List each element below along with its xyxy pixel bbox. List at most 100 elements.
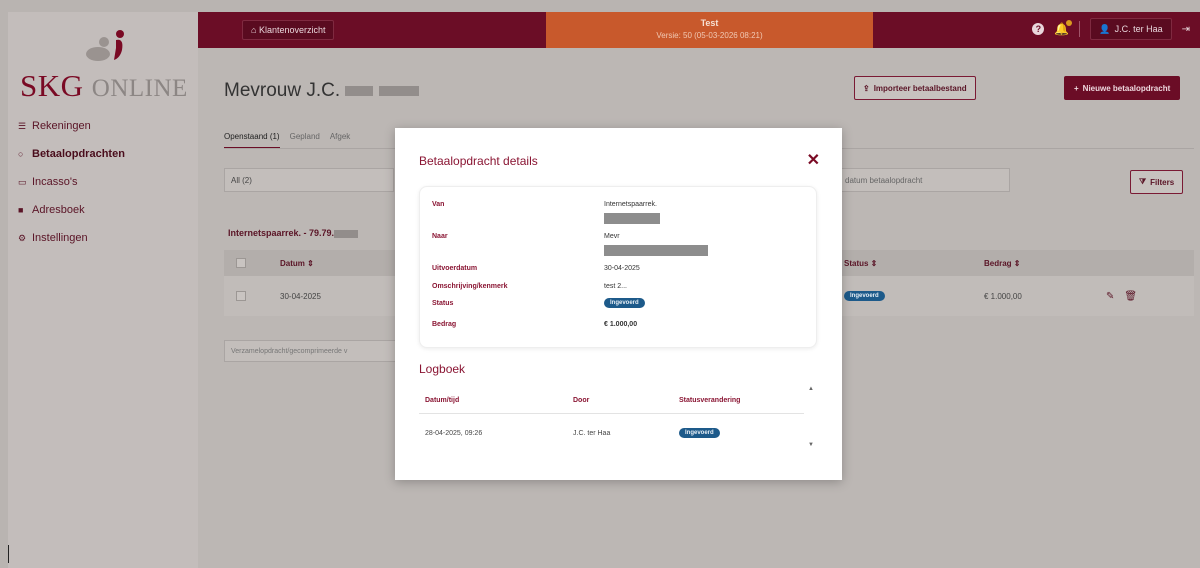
notification-bell-icon[interactable]: 🔔	[1054, 20, 1073, 36]
column-date[interactable]: Datum ⇕	[280, 250, 314, 276]
logout-icon[interactable]: ⇥	[1182, 24, 1190, 35]
log-column-by: Door	[573, 397, 590, 404]
detail-label: Bedrag	[432, 321, 457, 328]
import-button-label: Importeer betaalbestand	[873, 83, 967, 93]
select-all-cell	[236, 250, 246, 276]
logo-text: SKG ONLINE	[20, 68, 188, 103]
status-badge: Ingevoerd	[604, 298, 645, 308]
filter-icon: ⧩	[1139, 177, 1147, 186]
log-datetime: 28-04-2025, 09:26	[425, 429, 483, 437]
user-icon: 👤	[1099, 23, 1111, 34]
close-icon[interactable]: ✕	[807, 150, 820, 170]
upload-icon: ⇪	[863, 83, 870, 93]
scroll-up-icon[interactable]: ▲	[807, 386, 815, 392]
user-menu-button[interactable]: 👤 J.C. ter Haa	[1090, 18, 1172, 40]
payment-details-modal: Betaalopdracht details ✕ Van Internetspa…	[395, 128, 842, 480]
tab-gepland[interactable]: Gepland	[290, 132, 320, 149]
details-card: Van Internetspaarrek. Naar Mevr Uitvoerd…	[419, 186, 817, 348]
sidebar-item-incassos[interactable]: ▭ Incasso's	[18, 168, 125, 196]
detail-label: Status	[432, 300, 454, 307]
sidebar-nav: ☰ Rekeningen ○ Betaalopdrachten ▭ Incass…	[18, 112, 125, 252]
sidebar-item-label: Betaalopdrachten	[32, 148, 125, 160]
redacted-account	[334, 229, 359, 238]
tab-afgekeurd[interactable]: Afgek	[330, 132, 350, 149]
detail-value: Mevr	[604, 233, 620, 240]
log-title: Logboek	[419, 362, 466, 376]
sidebar-item-instellingen[interactable]: ⚙ Instellingen	[18, 224, 125, 252]
sidebar-item-label: Adresboek	[32, 204, 85, 216]
log-row: 28-04-2025, 09:26 J.C. ter Haa Ingevoerd	[419, 418, 804, 448]
environment-title: Test	[700, 18, 719, 28]
row-amount: € 1.000,00	[984, 291, 1022, 301]
edit-icon[interactable]: ✎	[1106, 291, 1114, 302]
detail-value: € 1.000,00	[604, 321, 638, 328]
modal-title: Betaalopdracht details	[419, 154, 538, 168]
column-amount[interactable]: Bedrag ⇕	[984, 250, 1021, 276]
scroll-down-icon[interactable]: ▼	[807, 442, 815, 448]
new-button-label: Nieuwe betaalopdracht	[1082, 83, 1171, 93]
detail-label: Uitvoerdatum	[432, 265, 478, 272]
environment-version: Versie: 50 (05-03-2026 08:21)	[656, 31, 763, 40]
detail-label: Naar	[432, 233, 448, 240]
sidebar-item-label: Incasso's	[32, 176, 78, 188]
import-payment-file-button[interactable]: ⇪ Importeer betaalbestand	[854, 76, 976, 100]
book-icon: ■	[18, 205, 24, 215]
log-scrollbar[interactable]: ▲ ▼	[807, 386, 815, 448]
detail-label: Omschrijving/kenmerk	[432, 283, 508, 290]
sidebar-item-label: Rekeningen	[32, 120, 91, 132]
account-select[interactable]: All (2)	[224, 168, 394, 192]
inbox-icon: ▭	[18, 176, 27, 187]
row-select-cell	[236, 276, 246, 316]
sidebar-item-adresboek[interactable]: ■ Adresboek	[18, 196, 125, 224]
detail-status-cell: Ingevoerd	[604, 298, 645, 308]
sidebar: SKG ONLINE ☰ Rekeningen ○ Betaalopdracht…	[8, 12, 198, 568]
log-column-status-change: Statusverandering	[679, 397, 741, 404]
row-actions: ✎ 🗑	[1106, 276, 1137, 316]
status-badge: Ingevoerd	[844, 291, 885, 301]
status-tabs: Openstaand (1) Gepland Afgek	[224, 132, 350, 149]
user-name: J.C. ter Haa	[1114, 24, 1163, 34]
redacted-name	[378, 85, 419, 96]
sidebar-item-rekeningen[interactable]: ☰ Rekeningen	[18, 112, 125, 140]
date-filter-input[interactable]: datum betaalopdracht	[838, 168, 1010, 192]
list-icon: ☰	[18, 120, 27, 131]
column-status[interactable]: Status ⇕	[844, 250, 877, 276]
notification-dot	[1066, 20, 1073, 26]
row-checkbox[interactable]	[236, 291, 246, 301]
detail-value: Internetspaarrek.	[604, 201, 657, 208]
detail-value: 30-04-2025	[604, 265, 640, 272]
client-overview-button[interactable]: ⌂ Klantenoverzicht	[242, 20, 335, 40]
redacted-name	[345, 85, 374, 96]
detail-label: Van	[432, 201, 445, 208]
skg-online-logo[interactable]: SKG ONLINE	[20, 20, 190, 105]
filters-button[interactable]: ⧩ Filters	[1130, 170, 1184, 194]
log-column-datetime: Datum/tijd	[425, 397, 460, 404]
log-table-header: Datum/tijd Door Statusverandering	[419, 388, 804, 414]
sidebar-item-betaalopdrachten[interactable]: ○ Betaalopdrachten	[18, 140, 125, 168]
help-icon[interactable]: ?	[1032, 23, 1045, 35]
gears-icon: ⚙	[18, 232, 27, 243]
log-status-cell: Ingevoerd	[679, 418, 720, 448]
log-by: J.C. ter Haa	[573, 429, 611, 437]
circle-icon: ○	[18, 149, 24, 159]
plus-icon: +	[1074, 83, 1079, 93]
account-heading: Internetspaarrek. - 79.79.	[228, 228, 359, 238]
new-payment-order-button[interactable]: + Nieuwe betaalopdracht	[1064, 76, 1181, 100]
divider	[1079, 21, 1081, 37]
environment-banner: Test Versie: 50 (05-03-2026 08:21)	[546, 12, 873, 48]
page-title: Mevrouw J.C.	[224, 80, 419, 102]
topbar-right: ? 🔔 👤 J.C. ter Haa ⇥	[1032, 18, 1190, 40]
trash-icon[interactable]: 🗑	[1124, 291, 1137, 302]
topbar: ⌂ Klantenoverzicht Test Versie: 50 (05-0…	[198, 12, 1200, 48]
tab-openstaand[interactable]: Openstaand (1)	[224, 132, 280, 149]
redacted-recipient	[604, 245, 708, 256]
sidebar-item-label: Instellingen	[32, 232, 88, 244]
bulk-order-hint[interactable]: Verzamelopdracht/gecomprimeerde v	[224, 340, 414, 362]
logo-figure-icon	[86, 30, 124, 61]
status-badge: Ingevoerd	[679, 428, 720, 438]
detail-value: test 2...	[604, 283, 627, 290]
client-overview-label: Klantenoverzicht	[258, 25, 326, 35]
row-status-cell: Ingevoerd	[844, 276, 885, 316]
text-cursor	[8, 545, 9, 563]
select-all-checkbox[interactable]	[236, 258, 246, 268]
